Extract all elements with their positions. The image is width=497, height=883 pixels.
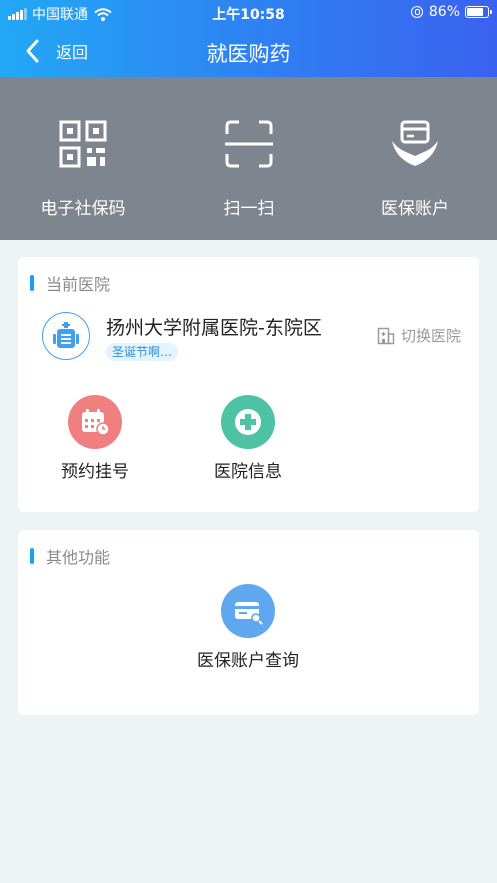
scan-button[interactable]: 扫一扫 [166, 77, 332, 240]
hospital-info-icon-circle [221, 395, 275, 449]
medical-cross-icon [235, 409, 261, 435]
section-title: 当前医院 [30, 273, 111, 294]
battery-percent: 86% [428, 4, 460, 20]
card-search-icon [235, 602, 263, 625]
quick-action-label: 医保账户 [381, 199, 449, 219]
hospital-logo [42, 312, 90, 360]
medical-insurance-account-button[interactable]: 医保账户 [332, 77, 497, 240]
insurance-query-icon-circle [221, 584, 275, 638]
quick-action-label: 扫一扫 [223, 199, 275, 219]
appointment-label: 预约挂号 [61, 462, 129, 482]
insurance-query-label: 医保账户查询 [197, 651, 299, 671]
appointment-button[interactable]: 预约挂号 [35, 395, 155, 485]
qr-code-icon [59, 120, 107, 168]
battery-fill [467, 8, 484, 16]
page-title: 就医购药 [206, 42, 291, 66]
orientation-lock-icon [410, 6, 423, 18]
hospital-info-label: 医院信息 [214, 462, 282, 482]
hospital-info-button[interactable]: 医院信息 [188, 395, 308, 485]
other-functions-card: 其他功能 医保账户查询 [18, 530, 479, 715]
hospital-building-icon [53, 322, 79, 348]
social-security-code-button[interactable]: 电子社保码 [0, 77, 166, 240]
insurance-account-query-button[interactable]: 医保账户查询 [188, 584, 308, 674]
section-title-text: 当前医院 [46, 275, 111, 294]
header: 中国联通 上午10:58 86% 返回 就医购药 [0, 0, 497, 77]
scan-icon [225, 120, 273, 168]
section-accent-bar [30, 275, 34, 291]
section-accent-bar [30, 548, 34, 564]
quick-actions-panel: 电子社保码 扫一扫 医保账户 [0, 77, 497, 240]
hospital-tag: 圣诞节啊… [106, 343, 179, 361]
current-hospital-card: 当前医院 扬州大学附属医院-东院区 圣诞节啊… 切换医院 预约挂号 医院信息 [18, 257, 479, 512]
section-title: 其他功能 [30, 546, 111, 567]
appointment-icon-circle [68, 395, 122, 449]
switch-hospital-button[interactable]: 切换医院 [377, 325, 461, 346]
quick-action-label: 电子社保码 [40, 199, 126, 219]
card-in-hands-icon [392, 120, 438, 166]
hospital-name: 扬州大学附属医院-东院区 [106, 317, 322, 339]
status-bar: 中国联通 上午10:58 86% [0, 0, 497, 26]
switch-hospital-label: 切换医院 [400, 327, 461, 345]
section-title-text: 其他功能 [46, 548, 111, 567]
calendar-clock-icon [82, 409, 110, 436]
building-icon [377, 327, 395, 344]
battery-icon [465, 6, 492, 18]
